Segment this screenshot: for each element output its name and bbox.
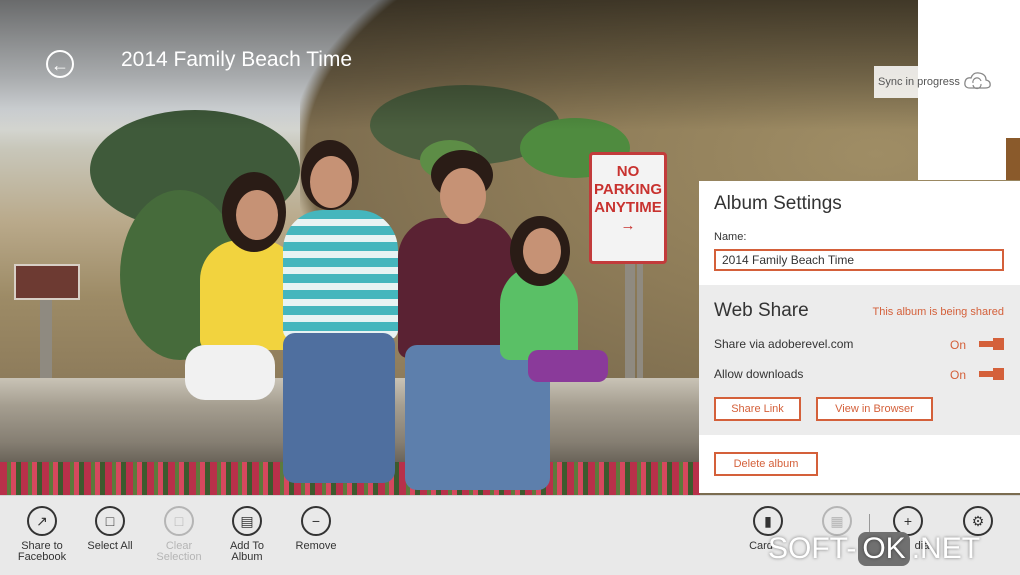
person-face [236, 190, 278, 240]
cloud-sync-icon [964, 72, 991, 90]
sign-text: PARKING [593, 181, 663, 198]
album-settings-title: Album Settings [714, 193, 842, 214]
person [398, 218, 516, 358]
toggle-knob [993, 338, 1004, 350]
person [283, 210, 398, 340]
delete-album-button[interactable]: Delete album [714, 452, 818, 476]
sign-post [40, 290, 52, 380]
person [283, 333, 395, 483]
share-status-text: This album is being shared [872, 306, 1004, 318]
person-face [440, 168, 486, 224]
allow-downloads-toggle[interactable] [979, 368, 1004, 380]
watermark-text: SOFT- [768, 532, 857, 565]
album-name-input[interactable] [714, 249, 1004, 271]
button-label: Remove [295, 540, 337, 552]
name-label: Name: [714, 231, 747, 243]
add-to-album-button[interactable]: ▤ Add To Album [212, 506, 282, 563]
person-face [310, 156, 352, 208]
view-in-browser-button[interactable]: View in Browser [816, 397, 933, 421]
web-share-title: Web Share [714, 300, 809, 321]
button-label: Clear Selection [156, 540, 202, 563]
remove-button[interactable]: − Remove [281, 506, 351, 552]
back-button[interactable]: ← [46, 50, 74, 78]
select-all-icon: □ [95, 506, 125, 536]
watermark: SOFT- OK .NET [768, 532, 980, 566]
share-link-button[interactable]: Share Link [714, 397, 801, 421]
remove-icon: − [301, 506, 331, 536]
toggle-knob [993, 368, 1004, 380]
share-icon: ↗ [27, 506, 57, 536]
allow-downloads-state: On [950, 368, 967, 382]
page-title: 2014 Family Beach Time [121, 48, 353, 71]
album-settings-panel: Album Settings Name: Web Share This albu… [699, 181, 1020, 493]
add-to-album-icon: ▤ [232, 506, 262, 536]
watermark-text: .NET [911, 532, 981, 565]
share-via-state: On [950, 338, 967, 352]
person [528, 350, 608, 382]
button-label: Add To Album [229, 540, 265, 563]
sign-post [625, 260, 635, 380]
sign-text: ANYTIME [594, 199, 662, 216]
button-label: Share to Facebook [17, 540, 67, 563]
sign-post [637, 260, 643, 380]
back-arrow-icon: ← [51, 55, 69, 75]
select-all-button[interactable]: □ Select All [75, 506, 145, 552]
thumbnail-strip [1006, 138, 1020, 180]
clear-selection-icon: □ [164, 506, 194, 536]
area-sign [14, 264, 80, 300]
sign-arrow: → [620, 217, 636, 234]
sync-status-text: Sync in progress [878, 76, 960, 88]
person-face [523, 228, 561, 274]
sign-text: NO [616, 163, 640, 180]
share-via-label: Share via adoberevel.com [714, 337, 854, 351]
clear-selection-button[interactable]: □ Clear Selection [144, 506, 214, 563]
person [185, 345, 275, 400]
allow-downloads-label: Allow downloads [714, 367, 804, 381]
share-to-facebook-button[interactable]: ↗ Share to Facebook [7, 506, 77, 563]
watermark-logo: OK [858, 532, 910, 566]
button-label: Select All [87, 540, 133, 552]
share-via-toggle[interactable] [979, 338, 1004, 350]
no-parking-sign: NO PARKING ANYTIME → [589, 152, 667, 264]
